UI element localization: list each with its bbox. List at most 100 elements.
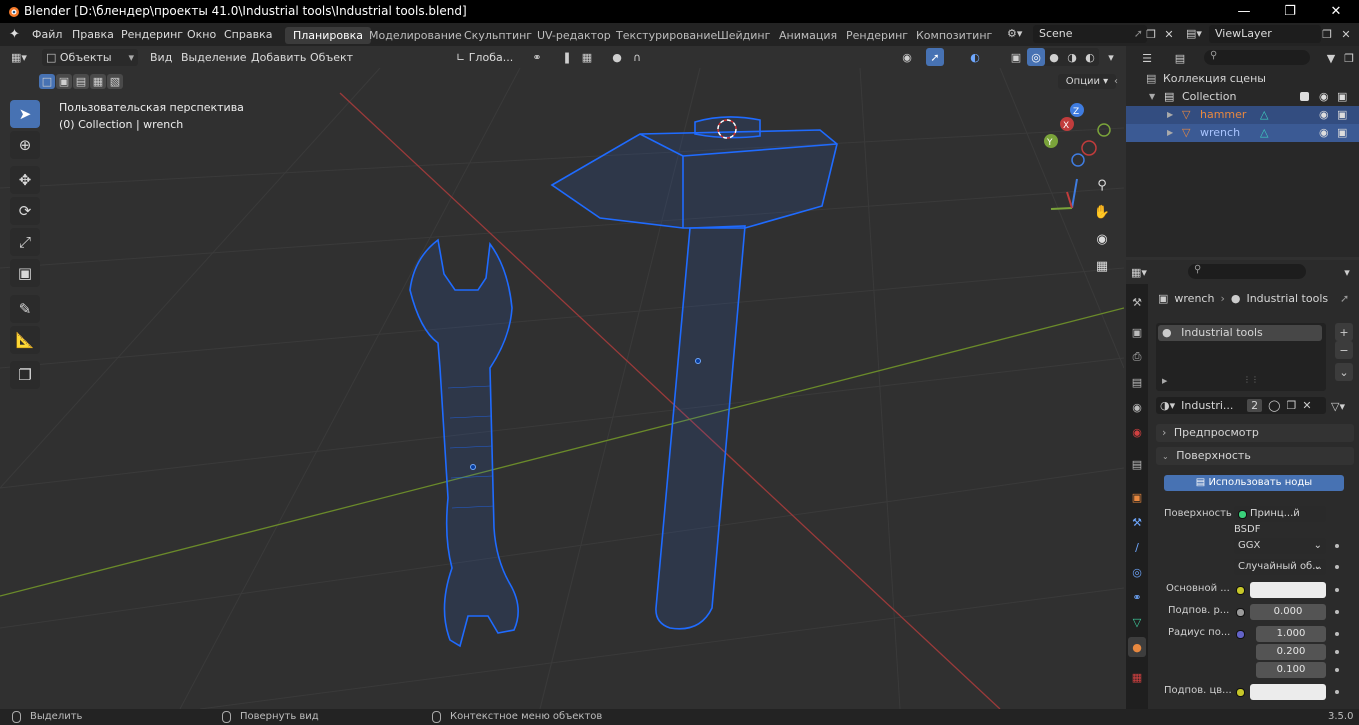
transform-tool-icon[interactable]: ▣ xyxy=(10,259,40,287)
world-tab-icon[interactable]: ◉ xyxy=(1128,422,1146,442)
measure-tool-icon[interactable]: 📐 xyxy=(10,326,40,354)
color-socket-icon[interactable] xyxy=(1236,688,1245,697)
snap-target-icon[interactable]: ▦ xyxy=(578,48,596,66)
data-tab-icon[interactable]: ▽ xyxy=(1128,612,1146,632)
select-box-tool-icon[interactable]: ➤ xyxy=(10,100,40,128)
panel-surface-header[interactable]: ⌄ Поверхность xyxy=(1156,447,1354,465)
perspective-grid-icon[interactable]: ▦ xyxy=(1090,254,1114,278)
keyframe-dot[interactable] xyxy=(1335,632,1339,636)
panel-preview-header[interactable]: › Предпросмотр xyxy=(1156,424,1354,442)
delete-scene-icon[interactable]: ✕ xyxy=(1160,25,1178,43)
gizmo-toggle-icon[interactable]: ➚ xyxy=(926,48,944,66)
expand-arrow-icon[interactable]: ▼ xyxy=(1149,88,1155,106)
use-nodes-button[interactable]: ▤ Использовать ноды xyxy=(1164,475,1344,491)
duplicate-icon[interactable]: ❐ xyxy=(1286,399,1296,412)
minimize-icon[interactable]: — xyxy=(1221,0,1267,23)
color-socket-icon[interactable] xyxy=(1236,586,1245,595)
particles-tab-icon[interactable]: ∕ xyxy=(1128,537,1146,557)
pin-icon[interactable]: ➚ xyxy=(1340,292,1349,305)
mode-selector[interactable]: □ Объекты ▾ xyxy=(42,49,138,66)
menu-add[interactable]: Добавить xyxy=(251,51,306,64)
shading-options-icon[interactable]: ▾ xyxy=(1102,48,1120,66)
menu-object[interactable]: Объект xyxy=(310,51,353,64)
surface-shader-selector[interactable]: Принц...й BSDF xyxy=(1234,506,1326,535)
move-tool-icon[interactable]: ✥ xyxy=(10,166,40,194)
material-tab-icon[interactable]: ● xyxy=(1128,637,1146,657)
wireframe-shading-icon[interactable]: ◎ xyxy=(1027,48,1045,66)
tab-sculpting[interactable]: Скульптинг xyxy=(456,27,540,44)
outliner-row-collection[interactable]: ▼ ▤ Collection ◉ ▣ xyxy=(1126,88,1359,106)
slot-menu-icon[interactable]: ⌄ xyxy=(1335,363,1353,381)
cursor-tool-icon[interactable]: ⊕ xyxy=(10,131,40,159)
modifier-tab-icon[interactable]: ⚒ xyxy=(1128,512,1146,532)
render-camera-icon[interactable]: ▣ xyxy=(1337,88,1347,106)
xray-icon[interactable]: ▣ xyxy=(1007,48,1025,66)
display-mode-icon[interactable]: ▤ xyxy=(1171,49,1189,67)
eye-icon[interactable]: ◉ xyxy=(1319,106,1329,124)
tab-layout[interactable]: Планировка xyxy=(285,27,371,44)
radius-y-field[interactable]: 0.200 xyxy=(1256,644,1326,660)
snap-icon[interactable]: ❚ xyxy=(558,48,576,66)
material-browse-icon[interactable]: ◑▾ xyxy=(1160,399,1175,412)
tab-compositing[interactable]: Композитинг xyxy=(908,27,1000,44)
render-camera-icon[interactable]: ▣ xyxy=(1337,106,1347,124)
exclude-checkbox[interactable] xyxy=(1300,92,1309,101)
keyframe-dot[interactable] xyxy=(1335,650,1339,654)
falloff-icon[interactable]: ∩ xyxy=(628,48,646,66)
mesh-data-icon[interactable]: △ xyxy=(1260,106,1268,124)
select-extend-icon[interactable]: ▣ xyxy=(56,74,72,89)
select-new-icon[interactable]: □ xyxy=(39,74,55,89)
rotate-tool-icon[interactable]: ⟳ xyxy=(10,197,40,225)
mesh-data-icon[interactable]: △ xyxy=(1260,124,1268,142)
radius-x-field[interactable]: 1.000 xyxy=(1256,626,1326,642)
scene-selector[interactable]: Scene ➚ xyxy=(1033,25,1147,43)
scene-icon[interactable]: ⚙▾ xyxy=(1007,27,1022,40)
subsurface-method-dropdown[interactable]: Случайный об... ⌄ xyxy=(1234,559,1326,575)
user-count[interactable]: 2 xyxy=(1247,399,1263,412)
tab-modeling[interactable]: Моделирование xyxy=(361,27,470,44)
unlink-icon[interactable]: ✕ xyxy=(1302,399,1311,412)
view-layer-icon[interactable]: ▤▾ xyxy=(1186,27,1202,40)
tab-animation[interactable]: Анимация xyxy=(771,27,845,44)
new-view-layer-icon[interactable]: ❐ xyxy=(1318,25,1336,43)
scene-tab-icon[interactable]: ◉ xyxy=(1128,397,1146,417)
render-tab-icon[interactable]: ▣ xyxy=(1128,322,1146,342)
object-tab-icon[interactable]: ▣ xyxy=(1128,487,1146,507)
camera-view-icon[interactable]: ◉ xyxy=(1090,227,1114,251)
keyframe-dot[interactable] xyxy=(1335,565,1339,569)
outliner-row-hammer[interactable]: ▶ ▽ hammer △ ◉ ▣ xyxy=(1126,106,1359,124)
keyframe-dot[interactable] xyxy=(1335,610,1339,614)
material-shading-icon[interactable]: ◑ xyxy=(1063,48,1081,66)
expand-arrow-icon[interactable]: ▶ xyxy=(1162,377,1167,385)
solid-shading-icon[interactable]: ● xyxy=(1045,48,1063,66)
base-color-swatch[interactable] xyxy=(1250,582,1326,598)
zoom-icon[interactable]: ⚲ xyxy=(1090,173,1114,197)
keyframe-dot[interactable] xyxy=(1335,668,1339,672)
tab-shading[interactable]: Шейдинг xyxy=(709,27,778,44)
view-layer-selector[interactable]: ViewLayer xyxy=(1209,25,1321,43)
keyframe-dot[interactable] xyxy=(1335,588,1339,592)
sidebar-toggle-icon[interactable]: ‹ xyxy=(1114,76,1118,87)
outliner-row-scene-collection[interactable]: ▤ Коллекция сцены xyxy=(1126,70,1359,88)
transform-orientation-selector[interactable]: ∟ Глоба... xyxy=(452,49,522,66)
collection-tab-icon[interactable]: ▤ xyxy=(1128,454,1146,474)
expand-arrow-icon[interactable]: ▶ xyxy=(1167,106,1173,124)
view-layer-tab-icon[interactable]: ▤ xyxy=(1128,372,1146,392)
subsurface-color-swatch[interactable] xyxy=(1250,684,1326,700)
pan-hand-icon[interactable]: ✋ xyxy=(1090,200,1114,224)
select-subtract-icon[interactable]: ▤ xyxy=(73,74,89,89)
add-slot-icon[interactable]: + xyxy=(1335,323,1353,341)
3d-viewport[interactable]: Z Y X Пользовательская перспектива (0) C… xyxy=(0,68,1124,709)
distribution-dropdown[interactable]: GGX ⌄ xyxy=(1234,538,1326,554)
menu-window[interactable]: Окно xyxy=(187,28,216,41)
remove-slot-icon[interactable]: − xyxy=(1335,341,1353,359)
material-name[interactable]: Industri... xyxy=(1181,399,1241,412)
output-tab-icon[interactable]: ⎙ xyxy=(1128,347,1146,367)
menu-help[interactable]: Справка xyxy=(224,28,272,41)
tool-tab-icon[interactable]: ⚒ xyxy=(1128,292,1146,312)
properties-options-icon[interactable]: ▾ xyxy=(1338,263,1356,281)
properties-search-input[interactable]: ⚲ xyxy=(1188,264,1306,279)
constraints-tab-icon[interactable]: ⚭ xyxy=(1128,587,1146,607)
delete-view-layer-icon[interactable]: ✕ xyxy=(1337,25,1355,43)
fake-user-icon[interactable]: ◯ xyxy=(1268,399,1280,412)
